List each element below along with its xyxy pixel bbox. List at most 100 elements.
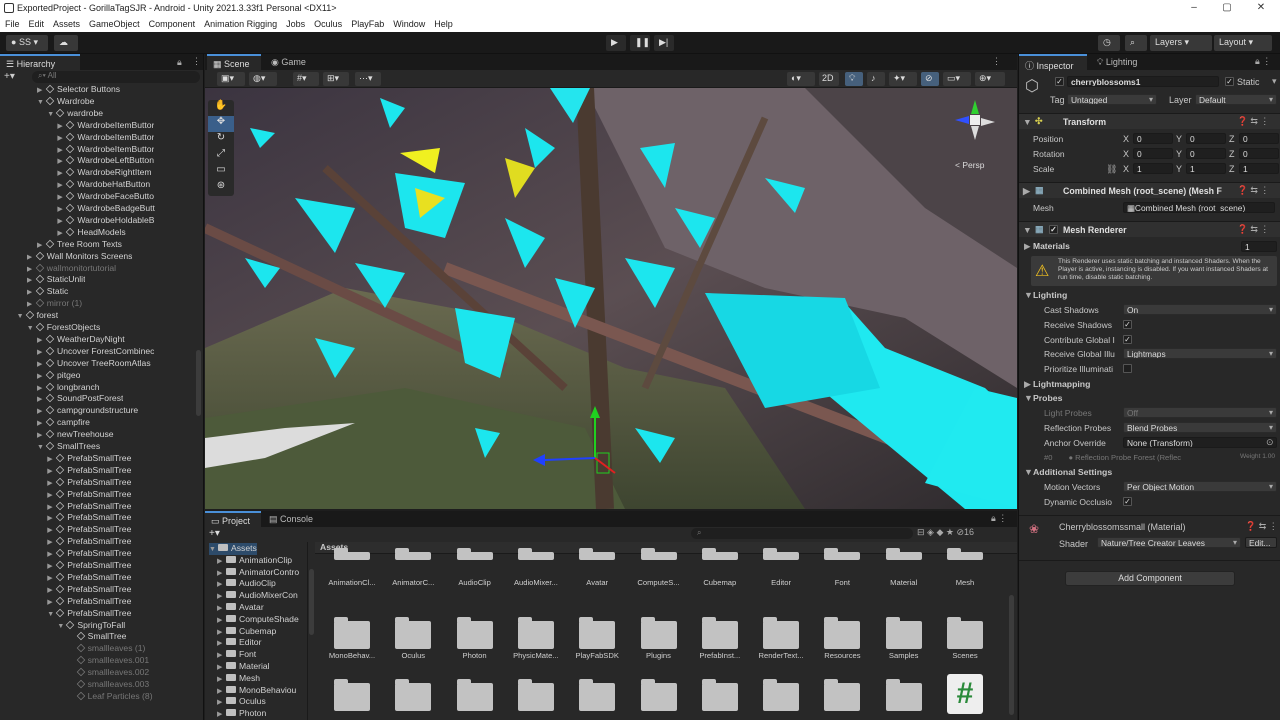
folder-icon[interactable] <box>885 679 922 711</box>
static-checkbox[interactable]: ✓ <box>1225 77 1234 86</box>
asset-item[interactable]: MonoBehav... <box>321 613 383 665</box>
rotation-x-field[interactable]: 0 <box>1133 148 1173 159</box>
folder-icon[interactable] <box>456 679 493 711</box>
camera-icon[interactable]: ▭▾ <box>943 72 971 86</box>
asset-item[interactable]: Mesh <box>934 540 996 592</box>
scene-viewport[interactable]: ✋ ✥ ↻ ⤢ ▭ ⊛ < Persp <box>205 88 1017 509</box>
expand-arrow-icon[interactable]: ▶ <box>47 455 56 463</box>
expand-arrow-icon[interactable]: ▼ <box>1024 290 1033 300</box>
expand-arrow-icon[interactable]: ▶ <box>217 710 226 718</box>
asset-item[interactable]: AnimationCl... <box>321 540 383 592</box>
mesh-renderer-checkbox[interactable]: ✓ <box>1049 225 1058 234</box>
asset-item[interactable]: Material <box>873 540 935 592</box>
project-folder-item[interactable]: ▶ Material <box>217 661 270 673</box>
project-folder-item[interactable]: ▶ Cubemap <box>217 626 276 638</box>
hierarchy-item[interactable]: ▶ StaticUnlit <box>27 274 86 286</box>
asset-scrollbar[interactable] <box>1009 595 1014 715</box>
hierarchy-item[interactable]: ▶ Wall Monitors Screens <box>27 251 133 263</box>
material-title[interactable]: Cherryblossomssmall (Material) <box>1059 522 1186 532</box>
hierarchy-item[interactable]: ▶ pitgeo <box>37 370 80 382</box>
asset-item[interactable]: Editor <box>750 540 812 592</box>
project-folder-item[interactable]: ▶ AudioMixerCon <box>217 590 298 602</box>
project-folder-item[interactable]: ▶ Avatar <box>217 602 264 614</box>
expand-arrow-icon[interactable]: ▶ <box>27 300 36 308</box>
hierarchy-item[interactable]: smallleaves.001 <box>68 655 149 667</box>
hierarchy-item[interactable]: ▶ mirror (1) <box>27 298 82 310</box>
toggle-2d-button[interactable]: 2D <box>819 72 839 86</box>
hierarchy-scrollbar[interactable] <box>196 350 201 416</box>
project-folder-item[interactable]: ▶ MonoBehaviou <box>217 685 296 697</box>
render-mode-icon[interactable]: ◍▾ <box>249 72 277 86</box>
component-menu-icon[interactable]: ❓ ⇆ ⋮ <box>1237 224 1269 235</box>
cast-shadows-dropdown[interactable]: On <box>1123 304 1277 315</box>
folder-icon[interactable] <box>640 679 677 711</box>
expand-arrow-icon[interactable]: ▶ <box>47 467 56 475</box>
mesh-filter-header[interactable]: ▶ ▦ Combined Mesh (root_scene) (Mesh F ❓… <box>1019 182 1280 198</box>
mesh-renderer-header[interactable]: ▼ ▦ ✓ Mesh Renderer ❓ ⇆ ⋮ <box>1019 221 1280 237</box>
hierarchy-item[interactable]: ▶ longbranch <box>37 382 100 394</box>
expand-arrow-icon[interactable]: ▶ <box>47 514 56 522</box>
asset-item[interactable]: PhysicMate... <box>505 613 567 665</box>
hierarchy-item[interactable]: ▶ WardrobeRightItem <box>57 167 151 179</box>
tab-game[interactable]: ◉ Game <box>265 54 312 70</box>
expand-arrow-icon[interactable]: ▶ <box>57 157 66 165</box>
object-name-field[interactable]: cherryblossoms1 <box>1067 76 1219 87</box>
expand-arrow-icon[interactable]: ▶ <box>37 407 46 415</box>
menu-item-6[interactable]: Jobs <box>281 17 309 29</box>
expand-arrow-icon[interactable]: ▶ <box>57 181 66 189</box>
menu-item-7[interactable]: Oculus <box>309 17 346 29</box>
folder-icon[interactable] <box>517 679 554 711</box>
expand-arrow-icon[interactable]: ▶ <box>37 384 46 392</box>
tab-lighting[interactable]: 💡︎ Lighting <box>1091 54 1143 70</box>
expand-arrow-icon[interactable]: ▼ <box>17 313 26 320</box>
close-icon[interactable]: ✕ <box>1254 2 1268 15</box>
probes-header[interactable]: Probes <box>1033 393 1062 403</box>
expand-arrow-icon[interactable]: ▶ <box>217 616 226 624</box>
project-folder-item[interactable]: ▶ AnimationClip <box>217 555 292 567</box>
hierarchy-item[interactable]: ▶ PrefabSmallTree <box>47 536 131 548</box>
hierarchy-item[interactable]: ▶ WardrobeBadgeButt <box>57 203 155 215</box>
expand-arrow-icon[interactable]: ▶ <box>47 574 56 582</box>
hierarchy-item[interactable]: ▼ PrefabSmallTree <box>47 608 131 620</box>
search-icon[interactable]: ⌕ <box>1125 35 1147 51</box>
rotate-tool-icon[interactable]: ↻ <box>208 132 234 148</box>
expand-arrow-icon[interactable]: ▶ <box>37 372 46 380</box>
folder-icon[interactable] <box>701 679 738 711</box>
shader-dropdown[interactable]: Nature/Tree Creator Leaves <box>1097 537 1241 548</box>
create-asset-button[interactable]: +▾ <box>209 528 220 539</box>
expand-arrow-icon[interactable]: ▶ <box>37 360 46 368</box>
hierarchy-item[interactable]: ▶ Uncover TreeRoomAtlas <box>37 358 151 370</box>
expand-arrow-icon[interactable]: ▶ <box>27 253 36 261</box>
hierarchy-item[interactable]: ▶ PrefabSmallTree <box>47 596 131 608</box>
active-checkbox[interactable]: ✓ <box>1055 77 1064 86</box>
folder-icon[interactable] <box>824 679 861 711</box>
expand-arrow-icon[interactable]: ▼ <box>1024 467 1033 477</box>
hierarchy-item[interactable]: ▶ WardrobeItemButtor <box>57 120 154 132</box>
hierarchy-item[interactable]: ▶ HeadModels <box>57 227 125 239</box>
component-menu-icon[interactable]: ❓ ⇆ ⋮ <box>1237 116 1269 127</box>
pause-icon[interactable]: ❚❚ <box>630 35 650 51</box>
hierarchy-item[interactable]: ▼ ForestObjects <box>27 322 101 334</box>
layer-dropdown[interactable]: Default <box>1195 94 1277 105</box>
expand-arrow-icon[interactable]: ▶ <box>217 604 226 612</box>
effects-icon[interactable]: ✦▾ <box>889 72 917 86</box>
hierarchy-item[interactable]: ▶ PrefabSmallTree <box>47 465 131 477</box>
transform-header[interactable]: ▼ ✣ Transform ❓ ⇆ ⋮ <box>1019 113 1280 129</box>
hierarchy-item[interactable]: ▶ WardobeHatButton <box>57 179 150 191</box>
expand-arrow-icon[interactable]: ▼ <box>47 611 56 618</box>
lighting-toggle-icon[interactable]: 💡︎ <box>845 72 863 86</box>
menu-item-5[interactable]: Animation Rigging <box>199 17 281 29</box>
asset-item[interactable]: PrefabInst... <box>689 613 751 665</box>
hierarchy-item[interactable]: ▶ wallmonitortutorial <box>27 263 116 275</box>
tab-inspector[interactable]: ⓘ Inspector <box>1019 54 1087 71</box>
audio-toggle-icon[interactable]: ♪ <box>867 72 885 86</box>
hierarchy-item[interactable]: smallleaves.003 <box>68 679 149 691</box>
history-icon[interactable]: ◷ <box>1098 35 1120 51</box>
expand-arrow-icon[interactable]: ▶ <box>217 628 226 636</box>
hierarchy-item[interactable]: ▶ PrefabSmallTree <box>47 572 131 584</box>
expand-arrow-icon[interactable]: ▶ <box>217 557 226 565</box>
expand-arrow-icon[interactable]: ▶ <box>57 146 66 154</box>
expand-arrow-icon[interactable]: ▶ <box>37 419 46 427</box>
tab-project[interactable]: ▭ Project <box>205 511 261 527</box>
expand-arrow-icon[interactable]: ▶ <box>47 550 56 558</box>
